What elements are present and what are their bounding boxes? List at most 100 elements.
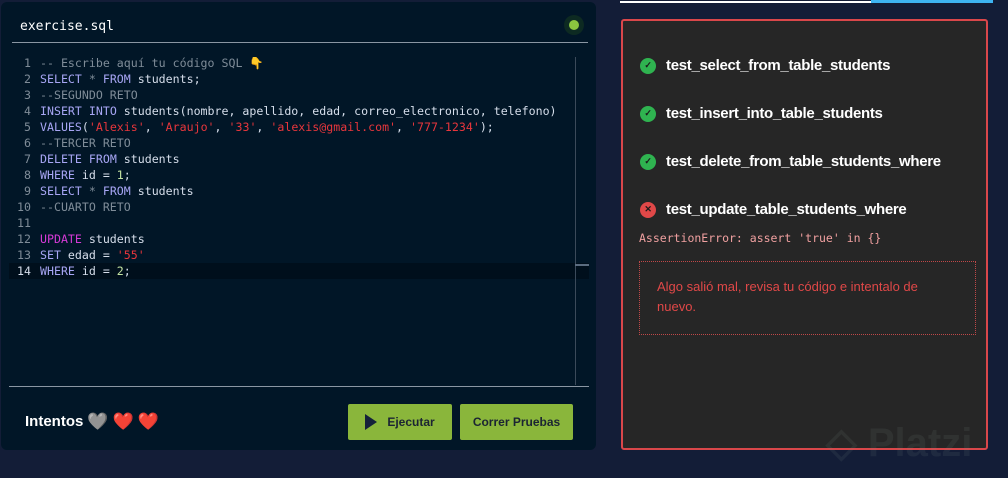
line-number: 4	[24, 104, 31, 118]
run-tests-label: Correr Pruebas	[472, 415, 561, 429]
code-token: 2	[116, 264, 124, 278]
code-line[interactable]: 14 WHERE id = 2;	[9, 263, 589, 279]
line-number: 13	[17, 248, 31, 262]
error-circle-icon: ✕	[640, 201, 656, 218]
code-token: SET	[40, 248, 61, 262]
code-token: *	[81, 184, 103, 198]
test-result: ✓ test_insert_into_table_students	[640, 105, 883, 122]
tab-indicator-active	[871, 0, 993, 3]
heart-empty-icon: 🩶	[87, 412, 109, 431]
line-number: 7	[24, 152, 31, 166]
code-line[interactable]: 13 SET edad = '55'	[9, 247, 589, 263]
code-token: -- Escribe aquí tu código SQL 👇	[40, 56, 264, 70]
check-circle-icon: ✓	[640, 57, 656, 74]
run-label: Ejecutar	[387, 415, 435, 429]
run-button[interactable]: Ejecutar	[348, 404, 452, 440]
code-token: ;	[123, 264, 131, 278]
code-token: VALUES	[40, 120, 82, 134]
test-name: test_insert_into_table_students	[666, 105, 883, 122]
code-token: students	[81, 232, 145, 246]
line-number: 11	[17, 216, 31, 230]
code-token: DELETE	[40, 152, 82, 166]
test-result: ✓ test_select_from_table_students	[640, 57, 890, 74]
code-token: '55'	[116, 248, 145, 262]
divider	[9, 386, 589, 387]
scrollbar-thumb[interactable]	[575, 264, 589, 266]
line-number: 5	[24, 120, 31, 134]
code-token: ,	[144, 120, 159, 134]
code-token: );	[479, 120, 494, 134]
code-token: students;	[130, 72, 201, 86]
code-line[interactable]: 12 UPDATE students	[9, 231, 589, 247]
code-line[interactable]: 6 --TERCER RETO	[9, 135, 589, 151]
scrollbar[interactable]	[575, 57, 589, 385]
line-number: 3	[24, 88, 31, 102]
code-token: UPDATE	[40, 232, 82, 246]
code-editor-panel: exercise.sql 1 -- Escribe aquí tu código …	[1, 2, 596, 450]
error-message: Algo salió mal, revisa tu código e inten…	[639, 261, 976, 335]
code-token: 'Araujo'	[158, 120, 215, 134]
line-number: 12	[17, 232, 31, 246]
code-area[interactable]: 1 -- Escribe aquí tu código SQL 👇 2 SELECT …	[9, 55, 589, 279]
code-token: '777-1234'	[410, 120, 480, 134]
code-token: WHERE	[40, 264, 75, 278]
code-token: SELECT	[40, 184, 82, 198]
code-line[interactable]: 4 INSERT INTO students(nombre, apellido, …	[9, 103, 589, 119]
test-name: test_delete_from_table_students_where	[666, 153, 941, 170]
code-token: FROM	[102, 184, 131, 198]
line-number: 1	[24, 56, 31, 70]
code-token: ,	[214, 120, 229, 134]
heart-icon: ❤️	[112, 412, 134, 431]
code-token: edad =	[60, 248, 117, 262]
code-token: ,	[256, 120, 271, 134]
code-token: INTO	[88, 104, 117, 118]
play-icon	[365, 414, 378, 430]
code-line[interactable]: 9 SELECT * FROM students	[9, 183, 589, 199]
code-token: students	[130, 184, 194, 198]
code-token: --SEGUNDO RETO	[40, 88, 138, 102]
check-circle-icon: ✓	[640, 153, 656, 170]
attempts-label: Intentos	[25, 413, 84, 430]
code-token: INSERT	[40, 104, 82, 118]
line-number: 10	[17, 200, 31, 214]
code-line[interactable]: 2 SELECT * FROM students;	[9, 71, 589, 87]
code-token: (	[81, 120, 89, 134]
code-line[interactable]: 5 VALUES('Alexis', 'Araujo', '33', 'alexi…	[9, 119, 589, 135]
code-token: WHERE	[40, 168, 75, 182]
code-token: FROM	[102, 72, 131, 86]
line-number: 8	[24, 168, 31, 182]
test-name: test_select_from_table_students	[666, 57, 891, 74]
code-line[interactable]: 8 WHERE id = 1;	[9, 167, 589, 183]
code-token: '33'	[228, 120, 257, 134]
code-line[interactable]: 11	[9, 215, 589, 231]
divider	[12, 42, 588, 43]
code-token: --CUARTO RETO	[40, 200, 131, 214]
status-indicator	[564, 15, 584, 35]
test-result: ✓ test_delete_from_table_students_where	[640, 153, 941, 170]
code-line[interactable]: 10 --CUARTO RETO	[9, 199, 589, 215]
code-token: ;	[123, 168, 131, 182]
code-token: ,	[396, 120, 410, 134]
code-token: FROM	[88, 152, 117, 166]
test-name: test_update_table_students_where	[666, 201, 907, 218]
code-token: id =	[74, 168, 117, 182]
code-line[interactable]: 3 --SEGUNDO RETO	[9, 87, 589, 103]
test-result: ✕ test_update_table_students_where	[640, 201, 907, 218]
run-tests-button[interactable]: Correr Pruebas	[460, 404, 573, 440]
line-number: 9	[24, 184, 31, 198]
code-token: students	[116, 152, 180, 166]
tab-indicator	[620, 1, 871, 3]
line-number: 6	[24, 136, 31, 150]
code-line[interactable]: 7 DELETE FROM students	[9, 151, 589, 167]
code-token: 1	[116, 168, 124, 182]
code-token: id =	[74, 264, 117, 278]
assertion-error: AssertionError: assert 'true' in {}	[639, 231, 882, 245]
code-token: 'alexis@gmail.com'	[270, 120, 397, 134]
test-results-panel: ✓ test_select_from_table_students ✓ test_in…	[621, 19, 988, 450]
platzi-watermark: ◇ Platzi	[826, 421, 973, 465]
file-tab[interactable]: exercise.sql	[20, 19, 114, 34]
line-number: 2	[24, 72, 31, 86]
code-line[interactable]: 1 -- Escribe aquí tu código SQL 👇	[9, 55, 589, 71]
